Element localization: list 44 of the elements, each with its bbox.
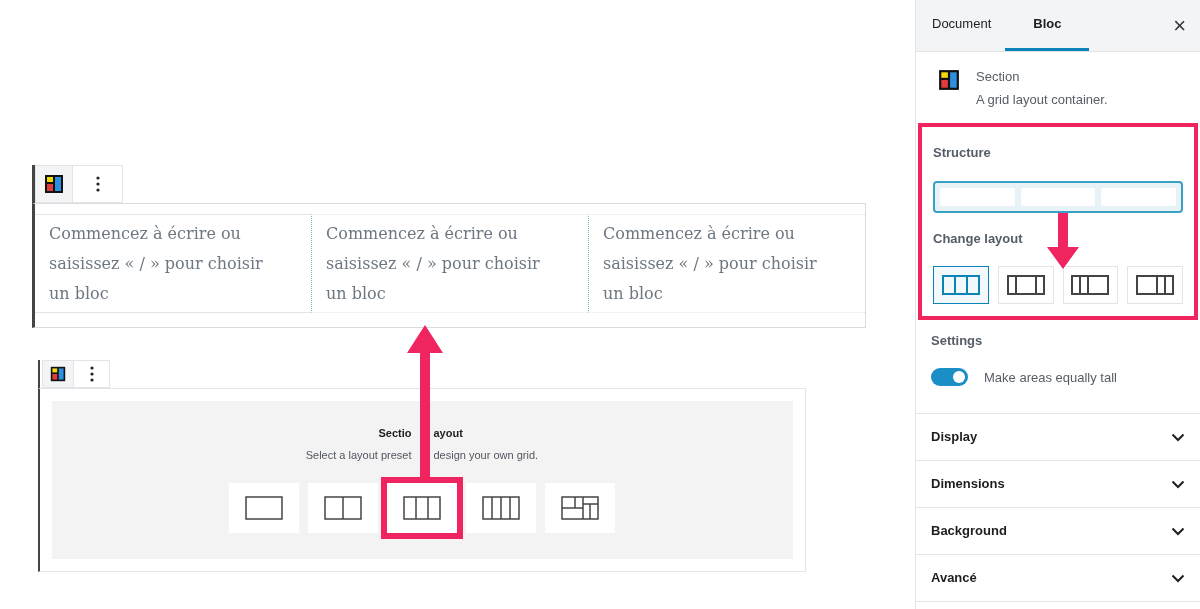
panel-header[interactable]: Avancé [916, 555, 1200, 602]
sidebar-tab[interactable]: Document [918, 0, 1006, 51]
sidebar-tab[interactable]: Bloc [1005, 0, 1090, 51]
panel-header[interactable]: Background [916, 508, 1200, 555]
placeholder-instructions: Select a layout preset [304, 447, 412, 463]
block-description: A grid layout container. [976, 91, 1108, 109]
block-type-button[interactable] [43, 361, 73, 387]
layout-preset-icon [323, 496, 362, 520]
column-layout-icon [1071, 275, 1110, 295]
column-layout-icon [941, 275, 980, 295]
panel-header[interactable]: Dimensions [916, 461, 1200, 508]
layout-preset-icon [244, 496, 283, 520]
grid-block-icon [44, 174, 64, 194]
more-options-icon [89, 366, 94, 382]
change-layout-label: Change layout [933, 229, 1024, 248]
panel-header[interactable]: Display [916, 414, 1200, 461]
toggle-switch[interactable] [931, 368, 968, 387]
column-layout-icon [1136, 275, 1175, 295]
settings-label: Settings [931, 332, 984, 350]
paragraph-placeholder[interactable]: Commencez à écrire ou saisissez « / » pour choisir un bloc [49, 215, 269, 309]
placeholder-title: ayout [433, 426, 464, 441]
layout-preset-icon [402, 496, 441, 520]
layout-preset-icon [560, 496, 599, 520]
layout-preset-button[interactable] [228, 483, 299, 533]
placeholder-instructions: design your own grid. [433, 447, 540, 463]
toggle-label: Make areas equally tall [984, 368, 1117, 387]
layout-preset-button[interactable] [544, 483, 615, 533]
block-title: Section [976, 68, 1021, 86]
placeholder-title: Sectio [377, 426, 412, 441]
chevron-down-icon [1171, 573, 1185, 583]
chevron-down-icon [1171, 479, 1185, 489]
annotation-arrow [1046, 213, 1080, 269]
layout-preset-icon [481, 496, 520, 520]
more-options-icon [95, 176, 100, 192]
grid-block-icon [50, 366, 66, 382]
block-type-button[interactable] [36, 166, 72, 202]
chevron-down-icon [1171, 526, 1185, 536]
layout-preset-button[interactable] [307, 483, 378, 533]
layout-preset-button[interactable] [465, 483, 536, 533]
structure-label: Structure [933, 144, 992, 162]
chevron-down-icon [1171, 432, 1185, 442]
close-button[interactable]: × [1159, 0, 1200, 51]
grid-block-icon [938, 69, 960, 91]
column-layout-icon [1006, 275, 1045, 295]
